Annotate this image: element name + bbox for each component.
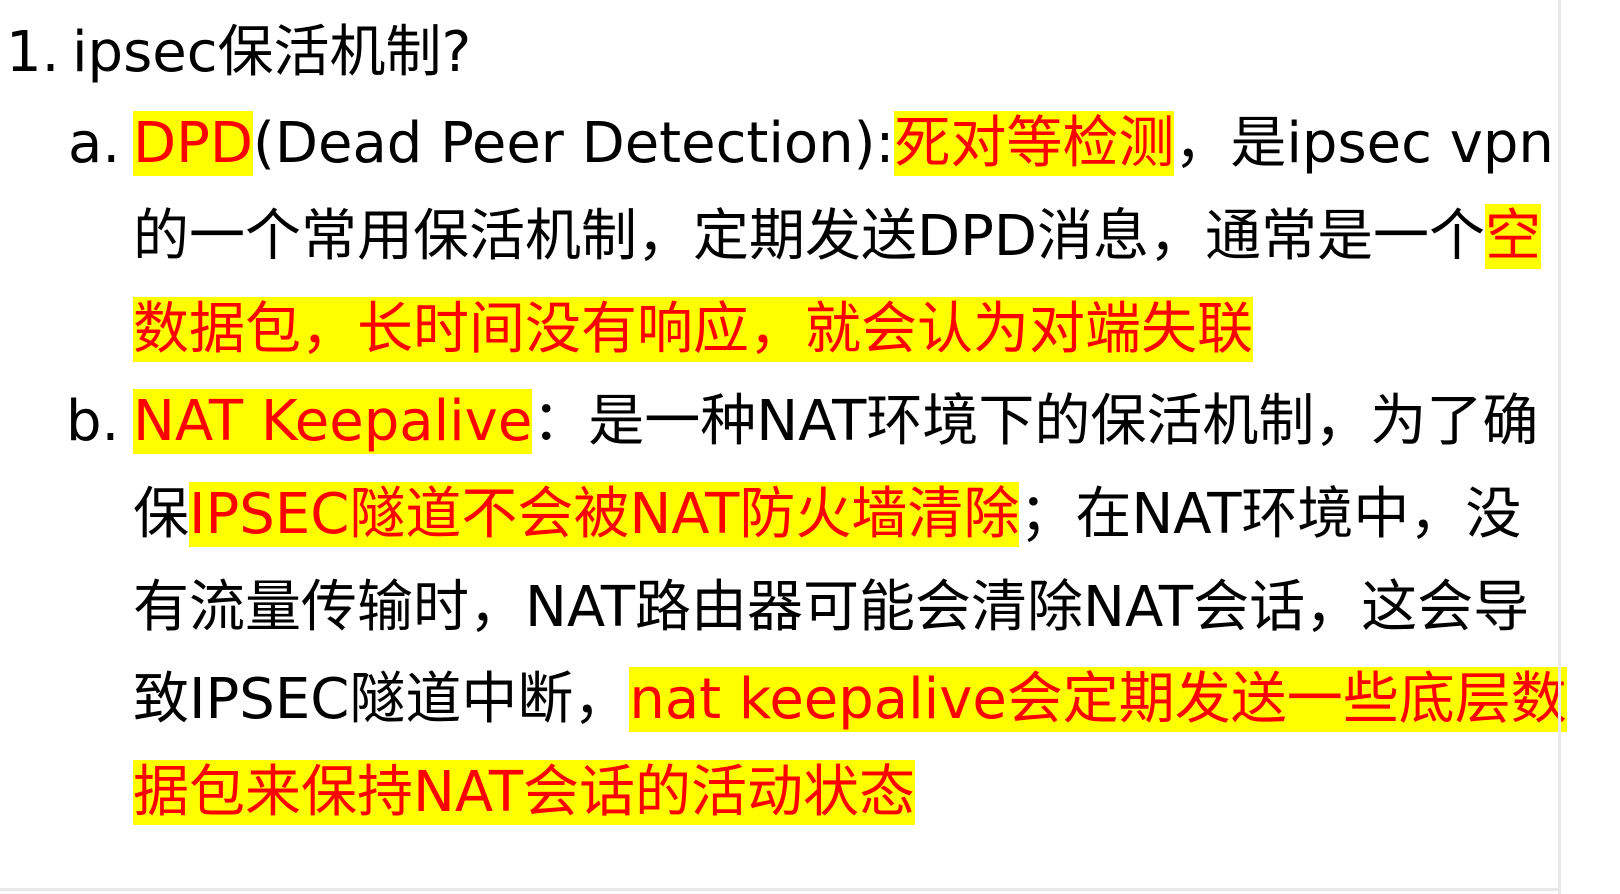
nat-keepalive-description-start: ：是一种NAT环境下的保活机制，为了确 [532, 389, 1539, 454]
document-page: 1. ipsec保活机制? a. DPD(Dead Peer Detection… [0, 0, 1567, 894]
nat-keepalive-highlight-end: 据包来保持NAT会话的活动状态 [133, 760, 916, 825]
dpd-description-start: ，是ipsec vpn [1174, 111, 1554, 176]
nat-keepalive-term: NAT Keepalive [133, 389, 533, 454]
dpd-description: 的一个常用保活机制，定期发送DPD消息，通常是一个 [133, 204, 1486, 269]
ipsec-tunnel-highlight: IPSEC隧道不会被NAT防火墙清除 [189, 482, 1020, 547]
item-b-line-3: 有流量传输时，NAT路由器可能会清除NAT会话，这会导 [133, 560, 1529, 656]
item-a-line-3: 数据包，长时间没有响应，就会认为对端失联 [133, 282, 1253, 378]
page-title: ipsec保活机制? [72, 20, 472, 85]
item-b-line-4: 致IPSEC隧道中断，nat keepalive会定期发送一些底层数 [133, 652, 1567, 748]
nat-keepalive-highlight-start: nat keepalive会定期发送一些底层数 [629, 667, 1567, 732]
nat-line3-text: 有流量传输时，NAT路由器可能会清除NAT会话，这会导 [133, 575, 1530, 640]
item-b-line-1: NAT Keepalive：是一种NAT环境下的保活机制，为了确 [133, 374, 1538, 470]
dpd-meaning: 死对等检测 [894, 111, 1175, 176]
item-b-line-2: 保IPSEC隧道不会被NAT防火墙清除；在NAT环境中，没 [133, 467, 1521, 563]
nat-line2-prefix: 保 [133, 482, 189, 547]
nat-line4-text: 致IPSEC隧道中断， [133, 667, 630, 732]
list-marker-a: a. [68, 111, 121, 176]
nat-line2-rest: ；在NAT环境中，没 [1019, 482, 1522, 547]
item-b-line-5: 据包来保持NAT会话的活动状态 [133, 745, 916, 841]
page-bottom-border [0, 888, 1560, 891]
item-a-line-1: DPD(Dead Peer Detection):死对等检测，是ipsec vp… [133, 96, 1554, 192]
list-number: 1. [6, 20, 60, 85]
dpd-highlight-end: 数据包，长时间没有响应，就会认为对端失联 [133, 297, 1253, 362]
page-right-border [1558, 0, 1561, 894]
dpd-expansion: (Dead Peer Detection): [253, 111, 895, 176]
item-a-line-2: 的一个常用保活机制，定期发送DPD消息，通常是一个空 [133, 189, 1542, 285]
dpd-term: DPD [133, 111, 254, 176]
dpd-highlight-start: 空 [1485, 204, 1542, 269]
list-marker-b: b. [66, 389, 120, 454]
